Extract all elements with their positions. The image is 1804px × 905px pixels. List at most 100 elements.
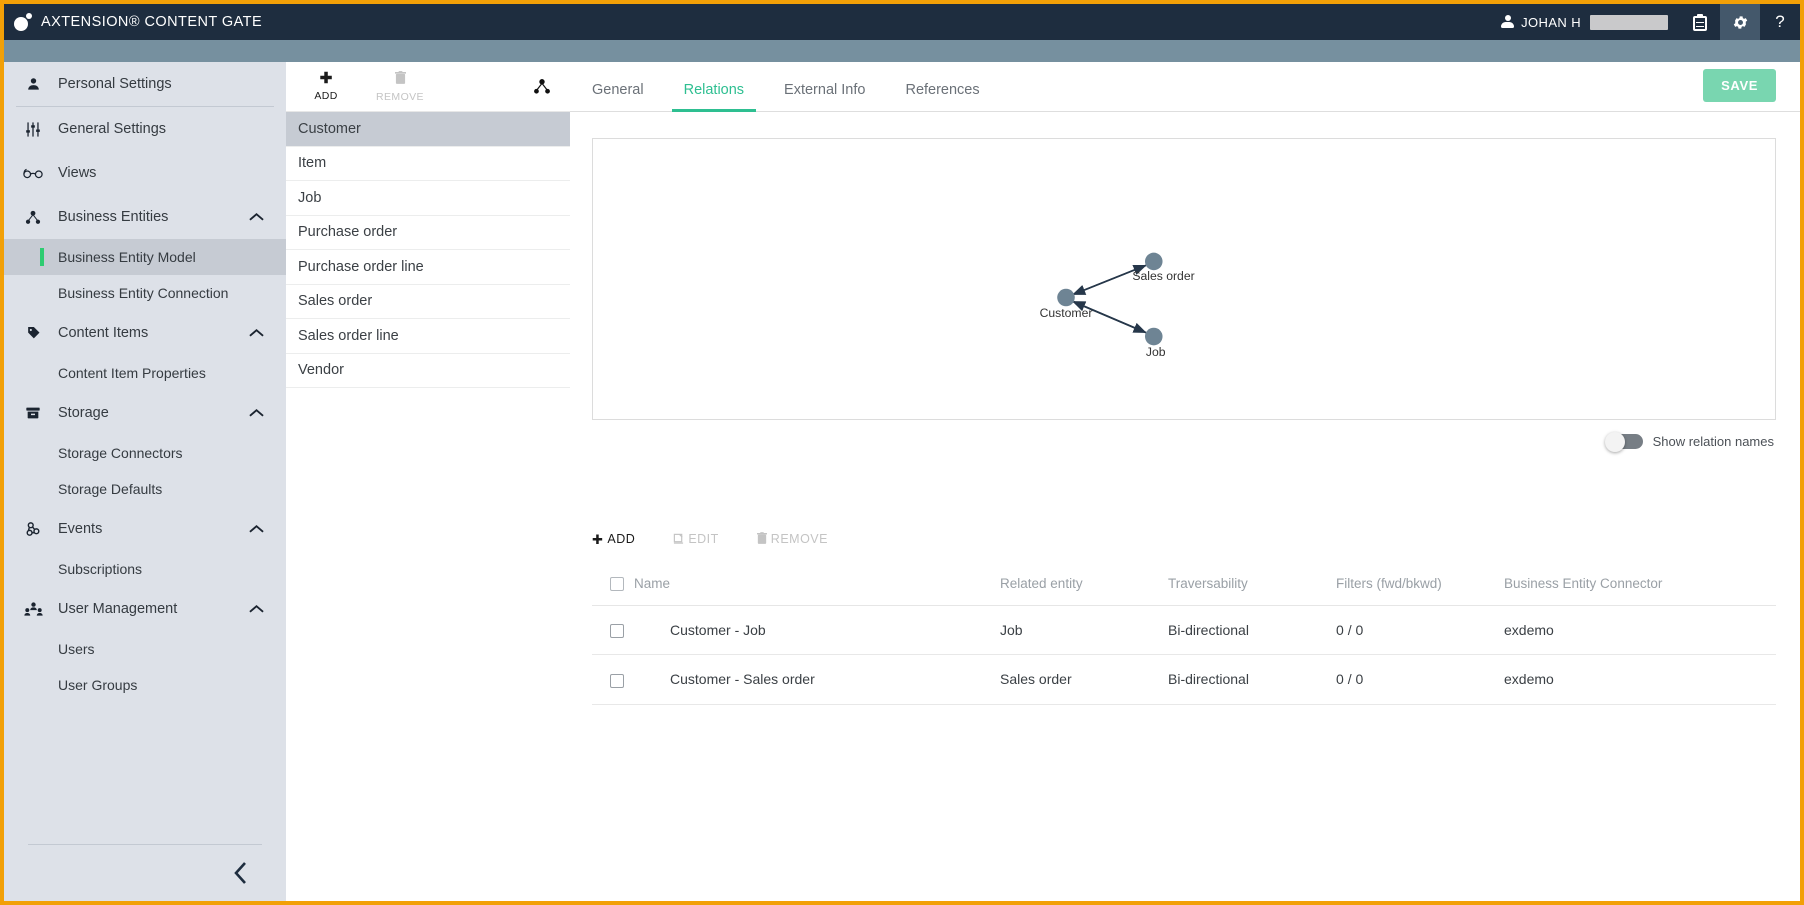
cell-name: Customer - Job <box>670 605 1001 656</box>
relation-edit-button[interactable]: EDIT <box>673 532 718 546</box>
user-icon <box>1501 15 1515 29</box>
sub-header-band <box>4 40 1800 62</box>
network-icon <box>22 208 44 226</box>
sidebar-item-subscriptions[interactable]: Subscriptions <box>4 551 286 587</box>
sidebar-subitem-label: Business Entity Connection <box>58 285 229 301</box>
entity-list-item[interactable]: Sales order <box>286 285 570 319</box>
sidebar-subitem-label: Storage Defaults <box>58 481 163 497</box>
chevron-up-icon[interactable] <box>249 327 264 340</box>
entity-list-item[interactable]: Purchase order line <box>286 250 570 285</box>
graph-node-sales-order[interactable] <box>1144 252 1163 271</box>
sidebar-subitem-label: User Groups <box>58 677 138 693</box>
entity-remove-button[interactable]: REMOVE <box>376 70 424 103</box>
table-header-row: Name Related entity Traversability Filte… <box>592 570 1776 606</box>
sidebar-item-users[interactable]: Users <box>4 631 286 667</box>
entity-list-item[interactable]: Vendor <box>286 354 570 388</box>
entity-list-item[interactable]: Purchase order <box>286 216 570 250</box>
row-checkbox[interactable] <box>610 673 624 688</box>
sidebar-item-views[interactable]: Views <box>4 151 286 195</box>
entity-list-item[interactable]: Item <box>286 147 570 181</box>
users-icon <box>22 600 44 618</box>
sidebar-subitem-label: Content Item Properties <box>58 365 206 381</box>
trash-icon <box>394 70 406 87</box>
relation-add-button[interactable]: ✚ ADD <box>592 532 635 546</box>
entity-add-button[interactable]: ✚ ADD <box>304 71 348 102</box>
chevron-up-icon[interactable] <box>249 603 264 616</box>
column-header-name: Name <box>634 576 671 591</box>
tab-relations[interactable]: Relations <box>666 82 762 112</box>
application-window: AXTENSION® CONTENT GATE JOHAN H ? Person… <box>0 0 1804 905</box>
sidebar-collapse-button[interactable] <box>4 845 286 901</box>
tab-references[interactable]: References <box>887 82 997 111</box>
chevron-up-icon[interactable] <box>249 523 264 536</box>
help-button[interactable]: ? <box>1760 4 1800 40</box>
sidebar-item-label: Views <box>58 165 97 181</box>
sidebar-item-business-entity-model[interactable]: Business Entity Model <box>4 239 286 275</box>
user-name: JOHAN H <box>1521 14 1581 30</box>
sidebar-item-personal-settings[interactable]: Personal Settings <box>4 62 286 106</box>
sidebar-item-user-management[interactable]: User Management <box>4 587 286 631</box>
graph-node-label-sales-order: Sales order <box>1132 269 1194 283</box>
help-icon: ? <box>1775 12 1785 31</box>
sidebar-item-user-groups[interactable]: User Groups <box>4 667 286 703</box>
sidebar-item-business-entities[interactable]: Business Entities <box>4 195 286 239</box>
user-menu[interactable]: JOHAN H <box>1489 4 1680 40</box>
axtension-logo-icon <box>14 13 32 31</box>
graph-node-job[interactable] <box>1144 327 1163 346</box>
plus-icon: ✚ <box>592 531 604 547</box>
sidebar-subitem-label: Users <box>58 641 95 657</box>
table-row[interactable]: Customer - Job Job Bi-directional 0 / 0 … <box>592 605 1776 656</box>
relation-remove-button[interactable]: REMOVE <box>756 532 828 546</box>
entity-list-item-label: Sales order line <box>298 327 399 344</box>
entity-list-item-label: Sales order <box>298 293 373 310</box>
relation-add-label: ADD <box>607 532 636 546</box>
show-relation-names-label: Show relation names <box>1652 434 1774 449</box>
sidebar: Personal Settings General Settings Views… <box>4 62 286 901</box>
column-header-related-entity: Related entity <box>1000 570 1169 606</box>
sidebar-item-general-settings[interactable]: General Settings <box>4 107 286 151</box>
sidebar-item-storage-connectors[interactable]: Storage Connectors <box>4 435 286 471</box>
network-graph-icon <box>534 79 550 94</box>
relations-table-head: Name Related entity Traversability Filte… <box>592 570 1776 606</box>
entity-list-panel: ✚ ADD REMOVE Customer Item Job Purchase … <box>286 62 570 901</box>
chevron-up-icon[interactable] <box>249 407 264 420</box>
entity-list-item[interactable]: Job <box>286 181 570 216</box>
chevron-left-icon <box>234 862 246 884</box>
chevron-up-icon[interactable] <box>249 211 264 224</box>
app-title: AXTENSION® CONTENT GATE <box>41 14 263 30</box>
sidebar-item-business-entity-connection[interactable]: Business Entity Connection <box>4 275 286 311</box>
relations-table: Name Related entity Traversability Filte… <box>592 570 1776 705</box>
sidebar-item-label: Storage <box>58 405 109 421</box>
row-checkbox-cell <box>592 605 671 656</box>
entity-graph-view-button[interactable] <box>532 77 552 96</box>
sidebar-item-content-item-properties[interactable]: Content Item Properties <box>4 355 286 391</box>
sidebar-item-content-items[interactable]: Content Items <box>4 311 286 355</box>
row-checkbox[interactable] <box>610 624 624 639</box>
sidebar-item-events[interactable]: Events <box>4 507 286 551</box>
sidebar-item-label: Business Entities <box>58 209 169 225</box>
entity-list-item[interactable]: Customer <box>286 112 570 147</box>
entity-list-item-label: Job <box>298 189 322 206</box>
tag-icon <box>22 324 44 342</box>
graph-node-label-customer: Customer <box>1040 306 1093 320</box>
entity-list-item[interactable]: Sales order line <box>286 319 570 354</box>
sidebar-item-storage[interactable]: Storage <box>4 391 286 435</box>
cell-name: Customer - Sales order <box>670 654 1001 705</box>
pencil-icon <box>673 533 684 546</box>
cell-traversability: Bi-directional <box>1168 654 1337 705</box>
relations-graph-canvas[interactable]: Customer Sales order Job <box>592 138 1776 420</box>
graph-node-customer[interactable] <box>1057 288 1075 307</box>
clipboard-button[interactable] <box>1680 4 1720 40</box>
save-button[interactable]: SAVE <box>1703 69 1776 102</box>
table-row[interactable]: Customer - Sales order Sales order Bi-di… <box>592 654 1776 705</box>
tab-external-info[interactable]: External Info <box>766 82 883 111</box>
tab-label: References <box>905 82 980 98</box>
tab-general[interactable]: General <box>574 82 662 111</box>
settings-button[interactable] <box>1720 4 1760 40</box>
show-relation-names-toggle[interactable] <box>1604 431 1643 452</box>
sidebar-item-storage-defaults[interactable]: Storage Defaults <box>4 471 286 507</box>
entity-add-label: ADD <box>314 89 338 102</box>
tab-label: External Info <box>784 82 866 98</box>
select-all-checkbox[interactable] <box>610 576 624 591</box>
